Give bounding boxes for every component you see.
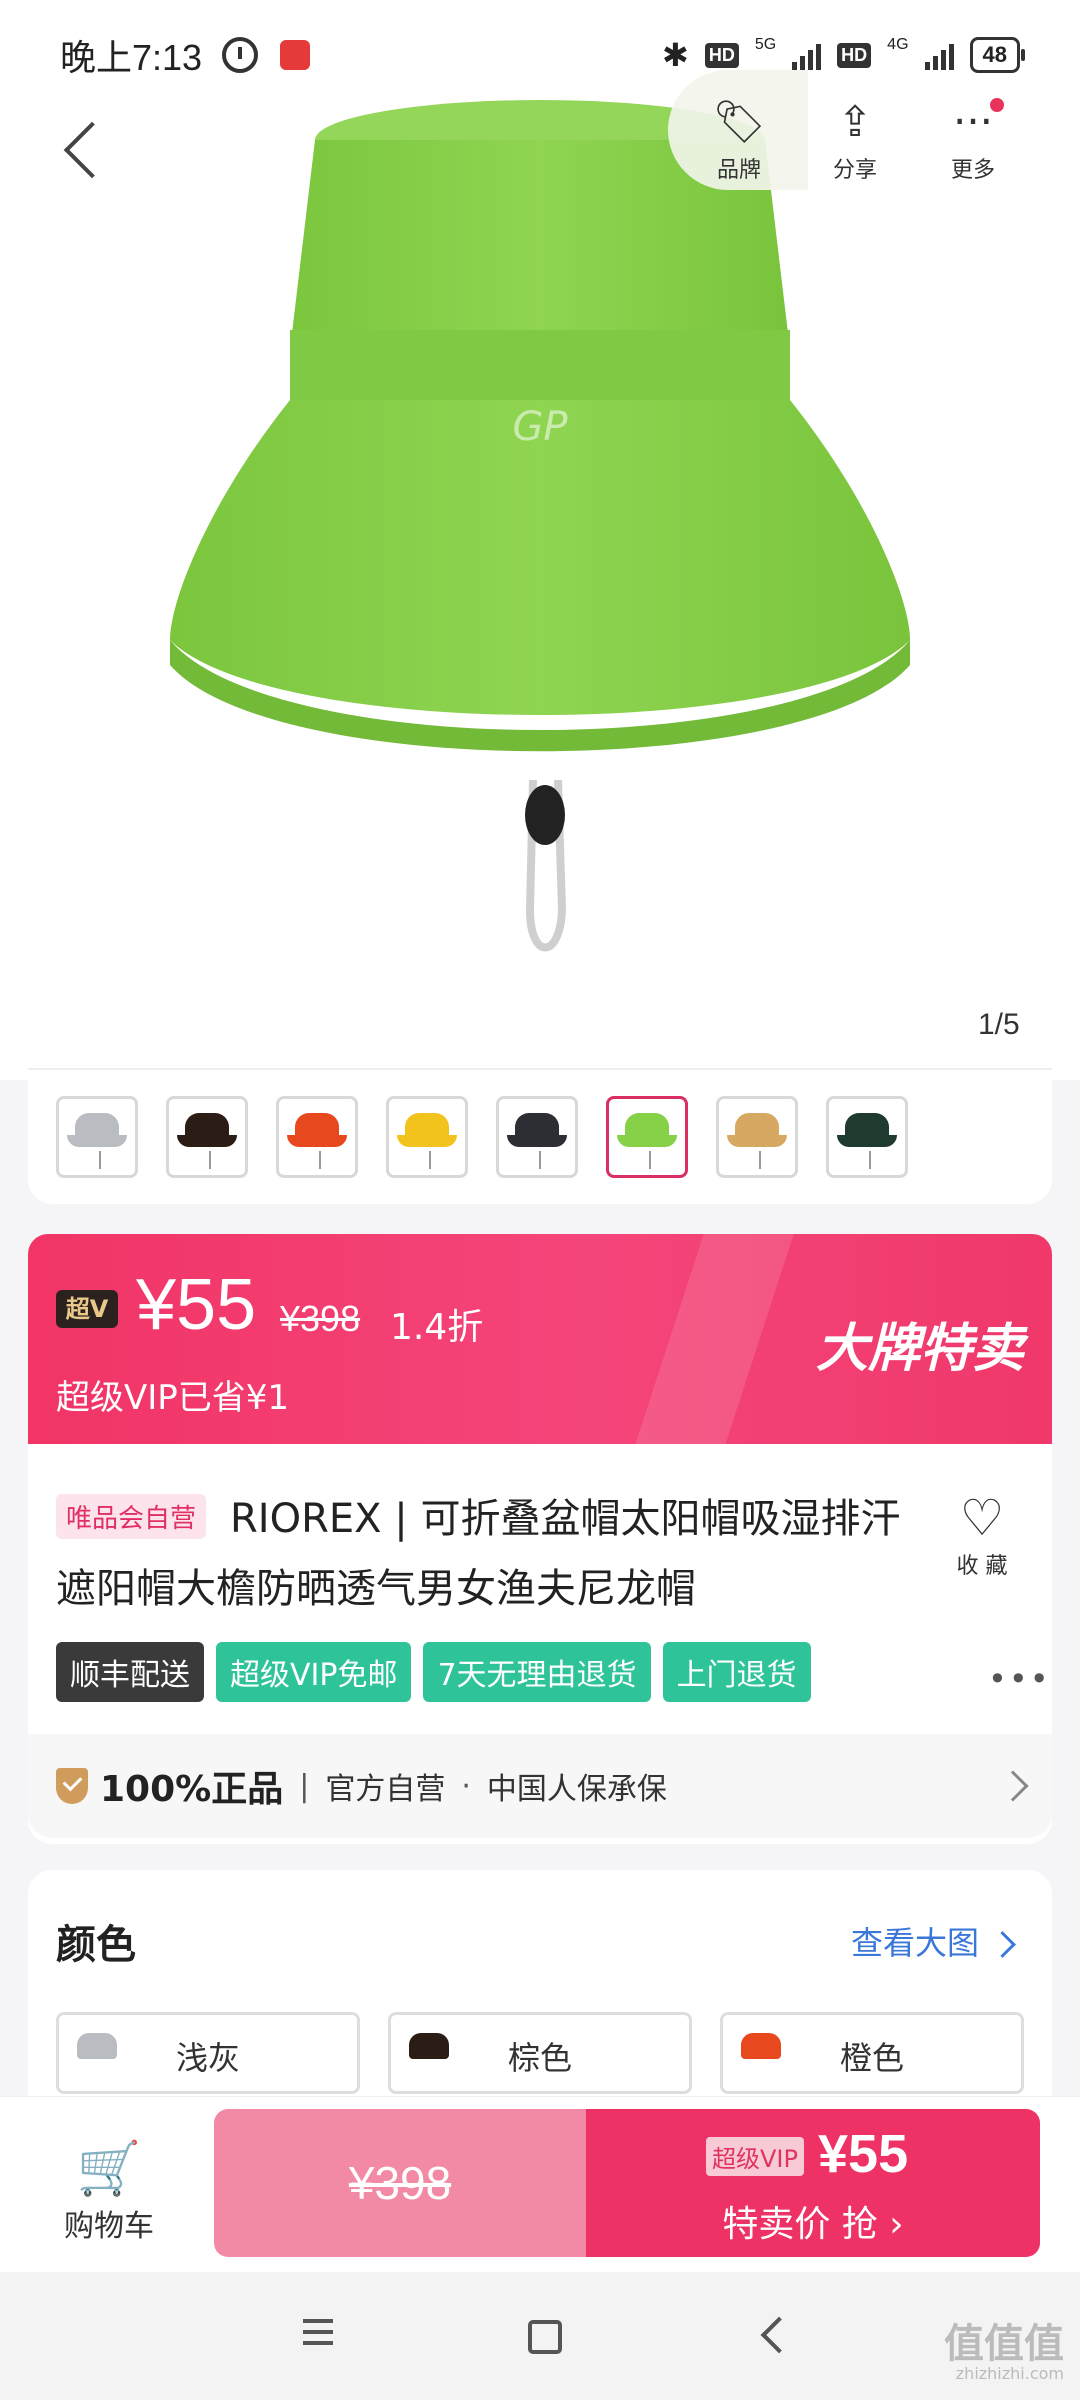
more-label: 更多 [950, 158, 995, 183]
thumbnail[interactable] [496, 1096, 578, 1178]
hd-badge: HD [704, 42, 739, 68]
notification-dot [990, 98, 1004, 112]
thumbnail[interactable] [276, 1096, 358, 1178]
thumbnail-strip [28, 1068, 1052, 1204]
buy-now-button[interactable]: 超级VIP ¥55 特卖价 抢 › [586, 2109, 1040, 2257]
official-label: 官方自营 [325, 1772, 446, 1807]
share-button[interactable]: ⇪ 分享 [800, 92, 910, 192]
shield-check-icon [56, 1768, 88, 1804]
price-banner: 超V ¥55 ¥398 1.4折 超级VIP已省¥1 大牌特卖 [28, 1234, 1052, 1444]
insurer-label: 中国人保承保 [486, 1772, 667, 1807]
buy-price: ¥55 [818, 2124, 909, 2184]
status-time: 晚上7:13 [60, 37, 203, 78]
more-dots-icon: ··· [952, 97, 994, 146]
service-tag: 7天无理由退货 [423, 1642, 651, 1702]
promo-label: 大牌特卖 [815, 1319, 1024, 1379]
view-large-image-link[interactable]: 查看大图 [851, 1918, 1012, 1964]
purchase-bar: 🛒 购物车 ¥398 超级VIP ¥55 特卖价 抢 › [0, 2096, 1080, 2272]
home-icon[interactable] [512, 2312, 572, 2362]
color-section-title: 颜色 [56, 1922, 136, 1968]
service-tags: 顺丰配送 超级VIP免邮 7天无理由退货 上门退货 [56, 1642, 811, 1702]
network-label: 4G [887, 36, 909, 53]
battery-icon: 48 [969, 37, 1026, 73]
system-nav-bar [0, 2272, 1080, 2400]
svg-text:GP: GP [512, 404, 568, 450]
discount-rate: 1.4折 [390, 1307, 484, 1348]
original-price-button[interactable]: ¥398 [214, 2109, 586, 2257]
thumbnail-selected[interactable] [606, 1096, 688, 1178]
cart-icon: 🛒 [76, 2139, 142, 2199]
thumbnail[interactable] [166, 1096, 248, 1178]
hd-badge: HD [837, 42, 872, 68]
color-option[interactable]: 棕色 [388, 2012, 692, 2094]
more-button[interactable]: ··· 更多 [918, 92, 1028, 192]
vip-saved-text: 超级VIP已省¥1 [56, 1378, 290, 1418]
color-option[interactable]: 橙色 [720, 2012, 1024, 2094]
color-option-label: 棕色 [507, 2039, 572, 2077]
divider: | [299, 1768, 310, 1804]
color-option-label: 浅灰 [175, 2039, 240, 2077]
favorite-button[interactable]: ♡ 收 藏 [940, 1488, 1024, 1580]
self-operated-tag: 唯品会自营 [56, 1494, 207, 1539]
menu-icon[interactable] [288, 2312, 348, 2362]
thumbnail[interactable] [386, 1096, 468, 1178]
product-gallery[interactable]: GP 晚上7:13 ✱ HD 5G HD 4G 48 🏷 品牌 ⇪ 分享 ···… [0, 0, 1080, 1080]
brand-button[interactable]: 🏷 品牌 [684, 92, 794, 192]
chevron-right-icon [997, 1770, 1029, 1802]
product-detail-page: GP 晚上7:13 ✱ HD 5G HD 4G 48 🏷 品牌 ⇪ 分享 ···… [0, 0, 1080, 2400]
watermark-main: 值值值 [944, 2321, 1064, 2367]
gallery-pager: 1/5 [978, 1008, 1020, 1041]
authenticity-label: 100%正品 [100, 1769, 284, 1810]
product-image-bucket-hat: GP [170, 100, 910, 952]
color-option-label: 橙色 [839, 2039, 904, 2077]
app-notification-icon [280, 40, 311, 70]
tag-icon: 🏷 [712, 97, 766, 146]
super-vip-badge: 超V [56, 1290, 118, 1328]
signal-icon [792, 40, 822, 70]
service-tag: 顺丰配送 [56, 1642, 204, 1702]
watermark-sub: zhizhizhi.com [955, 2364, 1064, 2383]
current-price: ¥55 [136, 1265, 257, 1345]
network-label: 5G [754, 36, 777, 53]
signal-icon [924, 40, 954, 70]
bluetooth-icon: ✱ [662, 37, 689, 73]
thumbnail[interactable] [826, 1096, 908, 1178]
service-tag: 上门退货 [662, 1642, 811, 1702]
status-indicators: ✱ HD 5G HD 4G 48 [662, 36, 1026, 74]
service-tag: 超级VIP免邮 [216, 1642, 412, 1702]
product-info-card: RIOREX | 可折叠盆帽太阳帽吸湿排汗遮阳帽大檐防晒透气男女渔夫尼龙帽 唯品… [28, 1444, 1052, 1844]
watermark: 值值值 zhizhizhi.com [944, 2324, 1064, 2384]
brand-label: 品牌 [716, 158, 761, 183]
back-button[interactable] [56, 110, 116, 190]
share-icon: ⇪ [837, 97, 873, 146]
cart-button[interactable]: 🛒 购物车 [44, 2137, 174, 2245]
more-services-button[interactable]: ••• [988, 1660, 1051, 1698]
cart-label: 购物车 [64, 2209, 154, 2244]
super-vip-tag: 超级VIP [706, 2137, 804, 2176]
banner-decoration [629, 1234, 797, 1444]
alarm-icon [222, 37, 259, 73]
authenticity-guarantee-row[interactable]: 100%正品 | 官方自营 · 中国人保承保 [28, 1734, 1052, 1838]
buy-label: 特卖价 抢 › [722, 2204, 904, 2245]
heart-plus-icon: ♡ [959, 1489, 1005, 1547]
favorite-label: 收 藏 [956, 1554, 1008, 1579]
color-option[interactable]: 浅灰 [56, 2012, 360, 2094]
thumbnail[interactable] [56, 1096, 138, 1178]
thumbnail[interactable] [716, 1096, 798, 1178]
separator-dot: · [461, 1768, 471, 1804]
original-price: ¥398 [280, 1298, 361, 1339]
share-label: 分享 [832, 158, 877, 183]
back-icon[interactable] [744, 2312, 804, 2362]
